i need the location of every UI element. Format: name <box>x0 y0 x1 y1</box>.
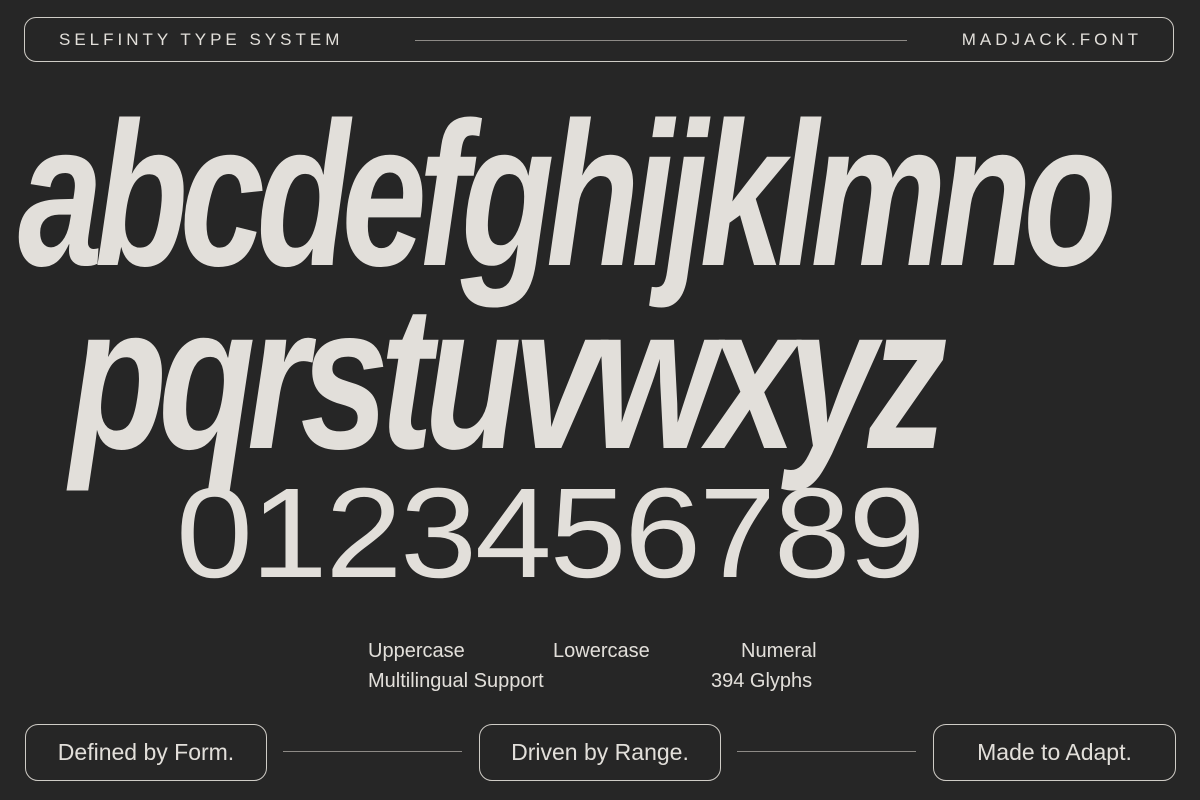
header-bar: SELFINTY TYPE SYSTEM MADJACK.FONT <box>24 17 1174 62</box>
header-divider <box>415 40 907 41</box>
lowercase-specimen-row-2: pqrstuvwxyz <box>70 263 947 492</box>
feature-numeral: Numeral <box>741 640 817 662</box>
footer-divider-left <box>283 751 462 752</box>
type-system-title: SELFINTY TYPE SYSTEM <box>59 30 344 49</box>
feature-multilingual: Multilingual Support <box>368 670 544 692</box>
feature-glyph-count: 394 Glyphs <box>711 670 813 692</box>
tagline-pill-range: Driven by Range. <box>479 724 721 781</box>
tagline-pill-adapt: Made to Adapt. <box>933 724 1176 781</box>
feature-lowercase: Lowercase <box>553 640 650 662</box>
font-name: MADJACK.FONT <box>961 30 1142 49</box>
feature-uppercase: Uppercase <box>368 640 465 662</box>
tagline-pill-form: Defined by Form. <box>25 724 267 781</box>
numerals-specimen-row: 0123456789 <box>176 462 925 605</box>
footer-divider-right <box>737 751 916 752</box>
